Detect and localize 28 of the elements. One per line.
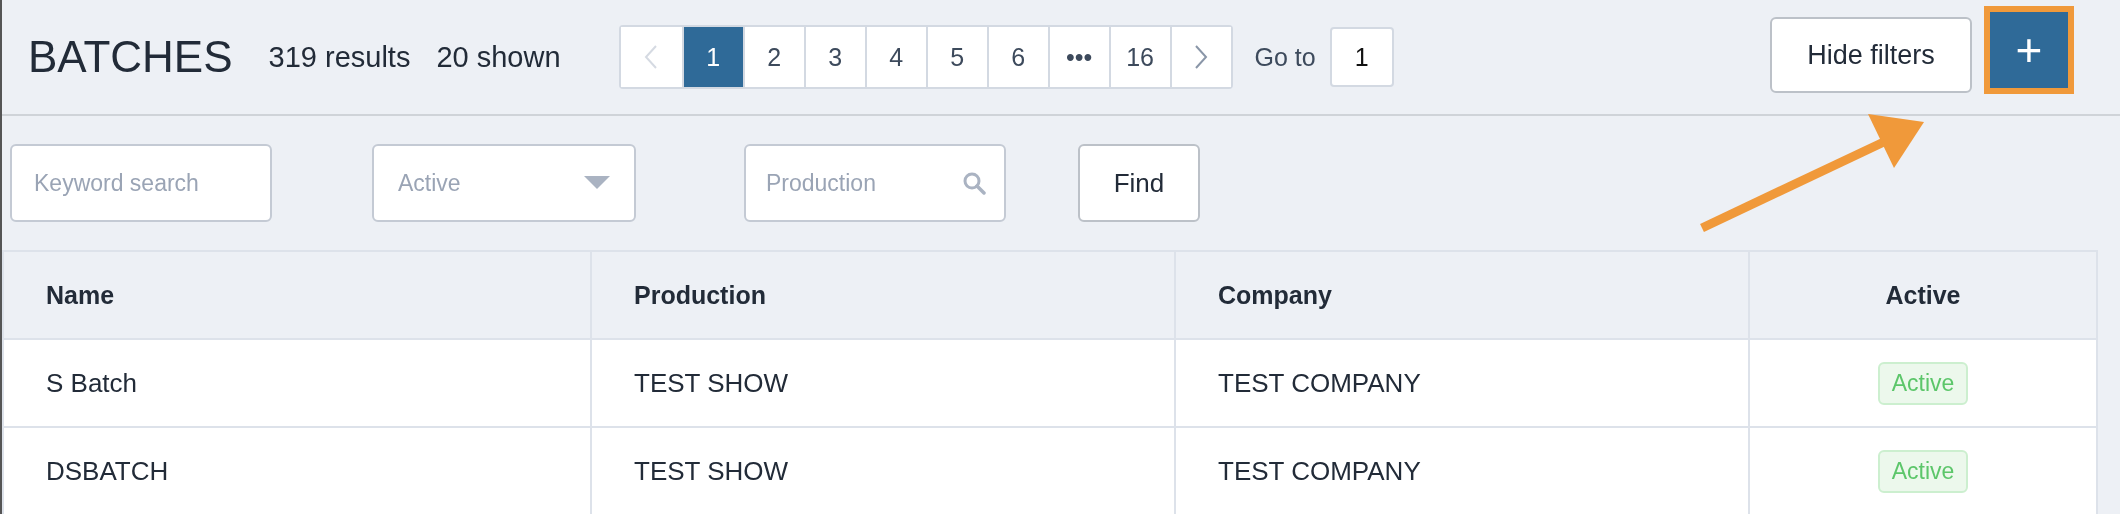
keyword-search-field[interactable]: Keyword search: [10, 144, 272, 222]
table-cell: S Batch: [3, 339, 591, 427]
production-search-field[interactable]: Production: [744, 144, 1006, 222]
next-page-button[interactable]: [1169, 27, 1231, 87]
results-count: 319 results: [268, 40, 411, 74]
table-cell: DSBATCH: [3, 427, 591, 514]
table-cell: TEST SHOW: [591, 339, 1175, 427]
status-badge: Active: [1877, 361, 1969, 405]
column-header: Company: [1175, 251, 1749, 339]
table-cell: TEST COMPANY: [1175, 339, 1749, 427]
chevron-right-icon: [1194, 44, 1209, 70]
table-cell: TEST SHOW: [591, 427, 1175, 514]
column-header: Name: [3, 251, 591, 339]
page-title: BATCHES: [28, 32, 233, 82]
goto-page-field[interactable]: 1: [1329, 27, 1394, 87]
column-header: Production: [591, 251, 1175, 339]
goto-label: Go to: [1254, 42, 1316, 72]
shown-count: 20 shown: [436, 40, 561, 74]
table-cell: TEST COMPANY: [1175, 427, 1749, 514]
status-badge: Active: [1877, 449, 1969, 493]
find-button[interactable]: Find: [1078, 144, 1200, 222]
column-header: Active: [1749, 251, 2097, 339]
dropdown-caret-icon: [584, 176, 610, 190]
chevron-left-icon: [644, 44, 659, 70]
search-icon: [962, 171, 986, 195]
add-button[interactable]: +: [1990, 12, 2068, 88]
hide-filters-button[interactable]: Hide filters: [1770, 17, 1972, 93]
page-button[interactable]: 1: [681, 27, 743, 87]
